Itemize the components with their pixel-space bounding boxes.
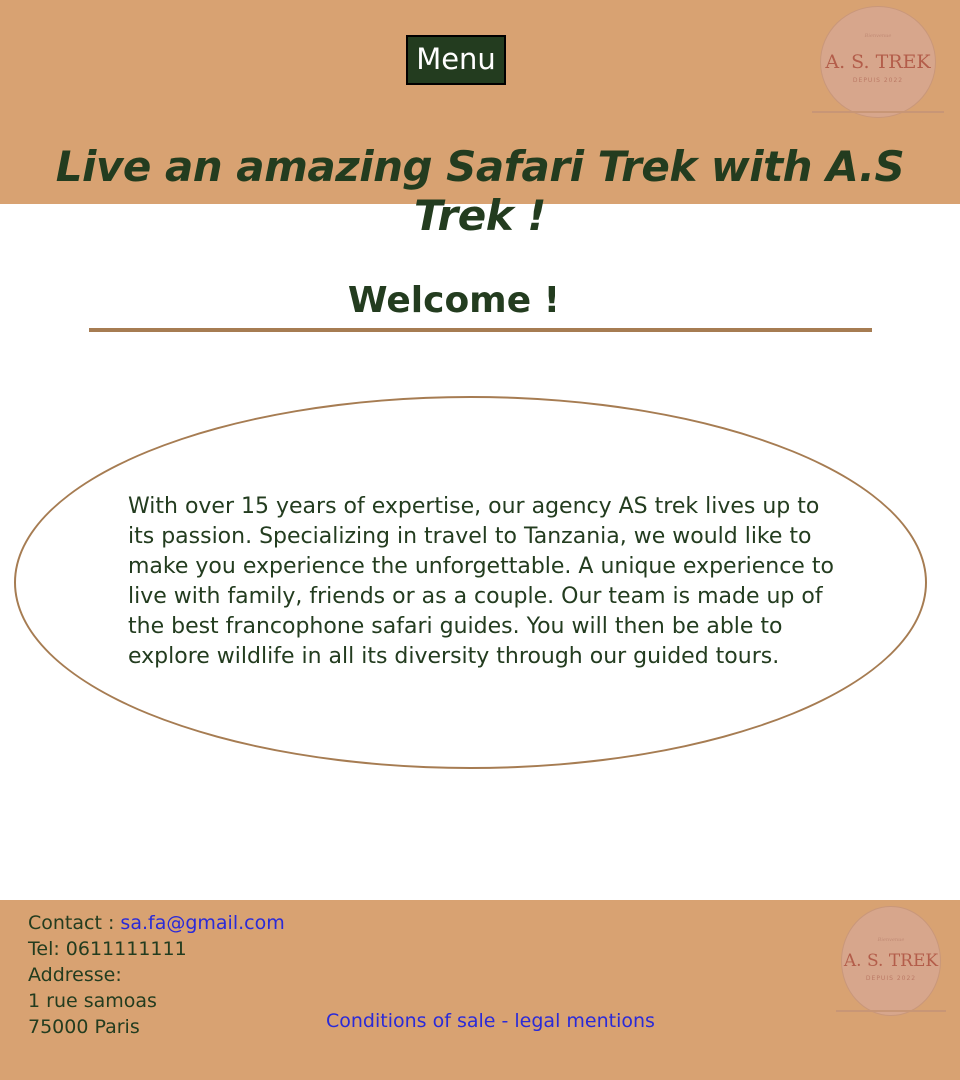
contact-label: Contact : <box>28 912 115 934</box>
address-label: Addresse: <box>28 964 122 986</box>
contact-line: Contact : sa.fa@gmail.com <box>28 910 285 936</box>
address-line: 1 rue samoas <box>28 990 157 1012</box>
phone-text: Tel: 0611111111 <box>28 938 187 960</box>
logo-underline <box>836 1010 946 1012</box>
welcome-heading: Welcome ! <box>347 280 561 321</box>
logo-script: Bienvenue <box>877 937 905 943</box>
logo-text: A. S. TREK <box>843 951 939 971</box>
contact-block: Contact : sa.fa@gmail.com Tel: 061111111… <box>28 910 285 1040</box>
welcome-divider <box>89 328 872 332</box>
hero-title: Live an amazing Safari Trek with A.S Tre… <box>55 142 905 240</box>
legal-link[interactable]: Conditions of sale - legal mentions <box>326 1010 655 1032</box>
logo-tagline: DEPUIS 2022 <box>865 975 917 982</box>
logo-underline <box>812 111 944 113</box>
site-header: Menu Bienvenue A. S. TREK DEPUIS 2022 Li… <box>0 0 960 240</box>
address-city: 75000 Paris <box>28 1016 140 1038</box>
footer-logo[interactable]: Bienvenue A. S. TREK DEPUIS 2022 <box>841 906 941 1016</box>
logo-script: Bienvenue <box>864 33 892 39</box>
header-logo[interactable]: Bienvenue A. S. TREK DEPUIS 2022 <box>820 6 936 118</box>
email-link[interactable]: sa.fa@gmail.com <box>120 912 284 934</box>
logo-tagline: DEPUIS 2022 <box>852 77 904 84</box>
intro-paragraph: With over 15 years of expertise, our age… <box>128 494 834 669</box>
logo-text: A. S. TREK <box>825 51 931 73</box>
menu-button[interactable]: Menu <box>406 35 506 85</box>
